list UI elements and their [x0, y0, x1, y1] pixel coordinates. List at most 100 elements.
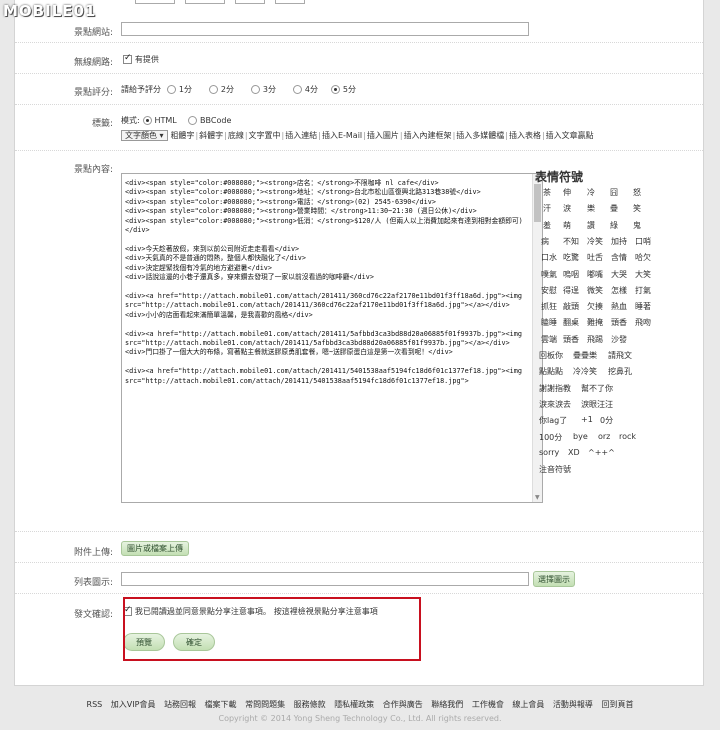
rating-radio-1[interactable]: [167, 85, 176, 94]
emoji-item[interactable]: 淚: [563, 203, 571, 214]
emoji-item[interactable]: 羞: [543, 220, 551, 231]
emoji-item[interactable]: 睡著: [635, 301, 651, 312]
emoji-phrase[interactable]: 你lag了: [539, 415, 567, 426]
toolbar-italic[interactable]: 斜體字: [199, 131, 223, 140]
toolbar-email[interactable]: 插入E-Mail: [322, 131, 362, 140]
emoji-item[interactable]: 萌: [563, 220, 571, 231]
emoji-phrase[interactable]: 100分: [539, 432, 562, 443]
emoji-item[interactable]: 冷: [587, 187, 595, 198]
footer-link[interactable]: 合作與廣告: [383, 700, 423, 709]
emoji-item[interactable]: 瞌睡: [541, 317, 557, 328]
rating-radio-4[interactable]: [293, 85, 302, 94]
emoji-item[interactable]: 口哨: [635, 236, 651, 247]
emoji-phrase[interactable]: +1: [581, 415, 593, 424]
emoji-phrase[interactable]: orz: [598, 432, 610, 441]
footer-link[interactable]: 常問問題集: [245, 700, 285, 709]
emoji-item[interactable]: 抓狂: [541, 301, 557, 312]
emoji-phrase[interactable]: 疊疊樂: [573, 350, 597, 361]
toolbar-media[interactable]: 插入多媒體檔: [456, 131, 504, 140]
footer-link[interactable]: 聯絡我們: [431, 700, 463, 709]
rating-option-5[interactable]: 5分: [331, 84, 356, 95]
emoji-phrase[interactable]: 回板你: [539, 350, 563, 361]
select-2[interactable]: [185, 0, 225, 4]
emoji-item[interactable]: 茶: [543, 187, 551, 198]
select-1[interactable]: [135, 0, 175, 4]
spot-site-input[interactable]: [121, 22, 529, 36]
emoji-item[interactable]: 加持: [611, 236, 627, 247]
emoji-phrase[interactable]: bye: [573, 432, 588, 441]
emoji-phrase[interactable]: 0分: [600, 415, 613, 426]
emoji-item[interactable]: 敲頭: [563, 301, 579, 312]
emoji-item[interactable]: 哈欠: [635, 252, 651, 263]
emoji-phrase[interactable]: 淚來淚去: [539, 399, 571, 410]
rating-option-3[interactable]: 3分: [251, 84, 276, 95]
emoji-item[interactable]: 讚: [587, 220, 595, 231]
emoji-item[interactable]: 囧: [610, 187, 618, 198]
emoji-phrase[interactable]: rock: [619, 432, 636, 441]
footer-link[interactable]: RSS: [87, 700, 103, 709]
footer-link[interactable]: 檔案下載: [205, 700, 237, 709]
emoji-item[interactable]: 吐舌: [587, 252, 603, 263]
emoji-item[interactable]: 伸: [563, 187, 571, 198]
toolbar-center[interactable]: 文字置中: [249, 131, 281, 140]
emoji-item[interactable]: 大哭: [611, 269, 627, 280]
wifi-checkbox[interactable]: [123, 53, 132, 64]
emoji-item[interactable]: 噗氣: [541, 269, 557, 280]
emoji-item[interactable]: 笑: [633, 203, 641, 214]
emoji-phrase[interactable]: 挖鼻孔: [608, 366, 632, 377]
emoji-phrase[interactable]: sorry: [539, 448, 559, 457]
mode-radio-bbcode[interactable]: [188, 116, 198, 125]
emoji-phrase[interactable]: 點點點: [539, 366, 563, 377]
emoji-item[interactable]: 安慰: [541, 285, 557, 296]
emoji-item[interactable]: 怒: [633, 187, 641, 198]
choose-icon-button[interactable]: 選擇圖示: [533, 571, 575, 587]
emoji-item[interactable]: 熱血: [611, 301, 627, 312]
emoji-item[interactable]: 翻桌: [563, 317, 579, 328]
footer-link[interactable]: 回到頁首: [601, 700, 633, 709]
toolbar-bold[interactable]: 粗體字: [170, 131, 194, 140]
emoji-item[interactable]: 綠: [610, 220, 618, 231]
upload-button[interactable]: 圖片或檔案上傳: [121, 541, 189, 556]
emoji-phrase[interactable]: 幫不了你: [581, 383, 613, 394]
select-3[interactable]: [235, 0, 265, 4]
footer-link[interactable]: 加入VIP會員: [111, 700, 156, 709]
emoji-item[interactable]: 頭香: [563, 334, 579, 345]
toolbar-article[interactable]: 插入文章贏點: [546, 131, 594, 140]
content-textarea[interactable]: <div><span style="color:#008080;"><stron…: [121, 173, 543, 503]
emoji-item[interactable]: 怎樣: [611, 285, 627, 296]
footer-link[interactable]: 站務回報: [164, 700, 196, 709]
select-4[interactable]: [275, 0, 305, 4]
footer-link[interactable]: 線上會員: [512, 700, 544, 709]
rating-option-4[interactable]: 4分: [293, 84, 318, 95]
scroll-thumb[interactable]: [534, 184, 541, 222]
list-image-input[interactable]: [121, 572, 529, 586]
emoji-item[interactable]: 頭香: [611, 317, 627, 328]
emoji-item[interactable]: 大笑: [635, 269, 651, 280]
emoji-item[interactable]: 口水: [541, 252, 557, 263]
footer-link[interactable]: 服務條款: [294, 700, 326, 709]
emoji-item[interactable]: 沙發: [611, 334, 627, 345]
emoji-item[interactable]: 飛踢: [587, 334, 603, 345]
emoji-item[interactable]: 冷笑: [587, 236, 603, 247]
emoji-phrase[interactable]: XD: [568, 448, 580, 457]
emoji-phrase[interactable]: 請飛文: [608, 350, 632, 361]
footer-link[interactable]: 活動與報導: [553, 700, 593, 709]
footer-link[interactable]: 隱私權政策: [334, 700, 374, 709]
text-color-select[interactable]: 文字顏色 ▾: [121, 130, 168, 141]
emoji-phrase[interactable]: 謝謝指教: [539, 383, 571, 394]
emoji-item[interactable]: 鬼: [633, 220, 641, 231]
emoji-item[interactable]: 嘟嘴: [587, 269, 603, 280]
emoji-phrase[interactable]: 注音符號: [539, 464, 571, 475]
emoji-item[interactable]: 打氣: [635, 285, 651, 296]
emoji-item[interactable]: 樂: [587, 203, 595, 214]
emoji-phrase[interactable]: 淚眼汪汪: [581, 399, 613, 410]
emoji-phrase[interactable]: 冷冷笑: [573, 366, 597, 377]
emoji-item[interactable]: 汗: [543, 203, 551, 214]
rating-option-1[interactable]: 1分: [167, 84, 192, 95]
emoji-item[interactable]: 欠揍: [587, 301, 603, 312]
emoji-item[interactable]: 得逞: [563, 285, 579, 296]
emoji-item[interactable]: 病: [541, 236, 549, 247]
footer-link[interactable]: 工作機會: [472, 700, 504, 709]
mode-radio-html[interactable]: [142, 116, 152, 125]
rating-radio-5[interactable]: [331, 85, 340, 94]
